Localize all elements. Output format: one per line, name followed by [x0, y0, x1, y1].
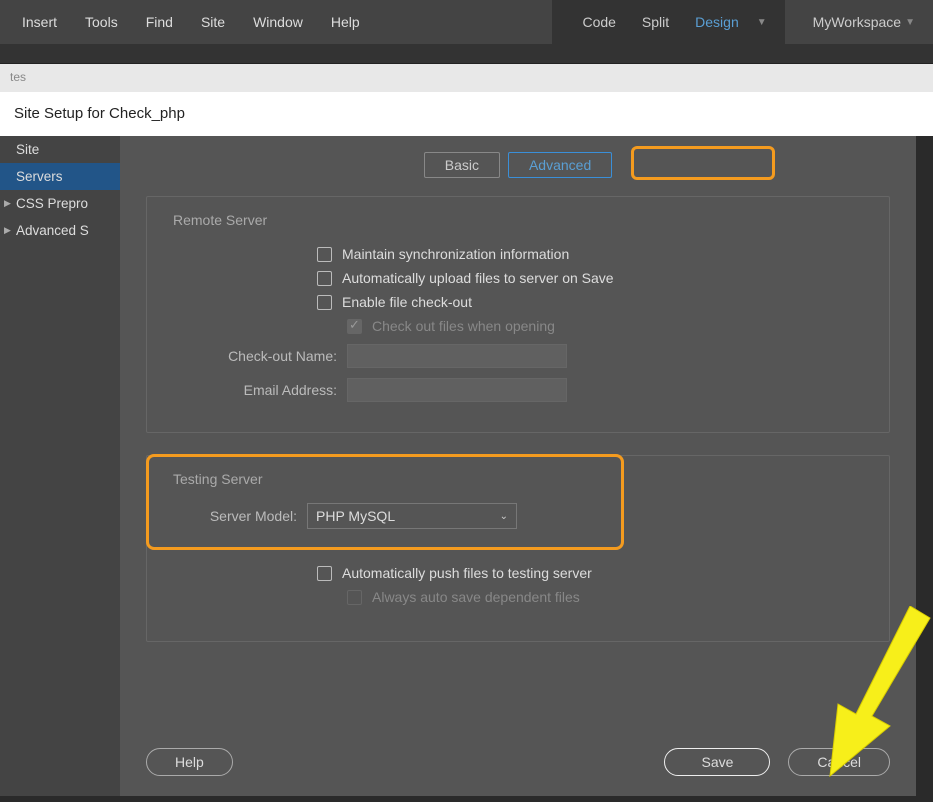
- workspace-label: MyWorkspace: [813, 14, 901, 30]
- maintain-sync-checkbox[interactable]: [317, 247, 332, 262]
- testing-server-legend: Testing Server: [167, 471, 268, 487]
- testing-server-fieldset: Testing Server Server Model: PHP MySQL ⌄…: [146, 455, 890, 642]
- view-design-button[interactable]: Design: [683, 10, 751, 34]
- panel-tabs: Basic Advanced: [146, 152, 890, 178]
- sidebar-item-label: Site: [16, 142, 39, 157]
- checkout-when-opening-label: Check out files when opening: [372, 318, 555, 334]
- menu-help[interactable]: Help: [317, 14, 374, 30]
- remote-server-fieldset: Remote Server Maintain synchronization i…: [146, 196, 890, 433]
- help-button[interactable]: Help: [146, 748, 233, 776]
- document-tab-bar: tes: [0, 64, 933, 92]
- sidebar-item-label: Servers: [16, 169, 63, 184]
- remote-server-legend: Remote Server: [167, 212, 273, 228]
- enable-checkout-label: Enable file check-out: [342, 294, 472, 310]
- email-address-label: Email Address:: [167, 382, 337, 398]
- auto-upload-label: Automatically upload files to server on …: [342, 270, 614, 286]
- sidebar-item-css-preprocessors[interactable]: ▶ CSS Prepro: [0, 190, 120, 217]
- chevron-right-icon: ▶: [4, 225, 11, 236]
- app-menubar: Insert Tools Find Site Window Help Code …: [0, 0, 933, 44]
- site-setup-dialog: Site Servers ▶ CSS Prepro ▶ Advanced S Bas…: [0, 136, 916, 796]
- cancel-button[interactable]: Cancel: [788, 748, 890, 776]
- checkout-name-label: Check-out Name:: [167, 348, 337, 364]
- auto-save-dependent-label: Always auto save dependent files: [372, 589, 580, 605]
- dialog-button-row: Help Save Cancel: [146, 748, 890, 776]
- sidebar-item-label: Advanced S: [16, 223, 89, 238]
- sidebar-item-servers[interactable]: Servers: [0, 163, 120, 190]
- view-code-button[interactable]: Code: [570, 10, 627, 34]
- menu-window[interactable]: Window: [239, 14, 317, 30]
- secondary-tab-strip: [0, 44, 933, 64]
- checkout-name-input[interactable]: [347, 344, 567, 368]
- auto-save-dependent-checkbox: [347, 590, 362, 605]
- sidebar-item-site[interactable]: Site: [0, 136, 120, 163]
- email-address-input[interactable]: [347, 378, 567, 402]
- auto-push-checkbox[interactable]: [317, 566, 332, 581]
- menu-insert[interactable]: Insert: [8, 14, 71, 30]
- sidebar-item-advanced-settings[interactable]: ▶ Advanced S: [0, 217, 120, 244]
- dialog-sidebar: Site Servers ▶ CSS Prepro ▶ Advanced S: [0, 136, 120, 796]
- dialog-main-panel: Basic Advanced Remote Server Maintain sy…: [120, 136, 916, 796]
- server-model-dropdown[interactable]: PHP MySQL ⌄: [307, 503, 517, 529]
- server-model-value: PHP MySQL: [316, 508, 395, 524]
- save-button[interactable]: Save: [664, 748, 770, 776]
- tab-basic[interactable]: Basic: [424, 152, 500, 178]
- view-split-button[interactable]: Split: [630, 10, 681, 34]
- dialog-title: Site Setup for Check_php: [14, 105, 185, 122]
- sidebar-item-label: CSS Prepro: [16, 196, 88, 211]
- view-switcher: Code Split Design ▼: [552, 0, 784, 44]
- menu-find[interactable]: Find: [132, 14, 187, 30]
- chevron-right-icon: ▶: [4, 198, 11, 209]
- menu-site[interactable]: Site: [187, 14, 239, 30]
- caret-down-icon[interactable]: ▼: [757, 17, 767, 28]
- menu-tools[interactable]: Tools: [71, 14, 132, 30]
- checkout-when-opening-checkbox: [347, 319, 362, 334]
- tab-advanced[interactable]: Advanced: [508, 152, 612, 178]
- enable-checkout-checkbox[interactable]: [317, 295, 332, 310]
- auto-push-label: Automatically push files to testing serv…: [342, 565, 592, 581]
- server-model-label: Server Model:: [167, 508, 297, 524]
- partial-tab-label: tes: [10, 70, 26, 84]
- chevron-down-icon: ⌄: [500, 511, 508, 522]
- auto-upload-checkbox[interactable]: [317, 271, 332, 286]
- maintain-sync-label: Maintain synchronization information: [342, 246, 569, 262]
- caret-down-icon: ▼: [905, 17, 915, 28]
- workspace-dropdown[interactable]: MyWorkspace ▼: [803, 10, 925, 34]
